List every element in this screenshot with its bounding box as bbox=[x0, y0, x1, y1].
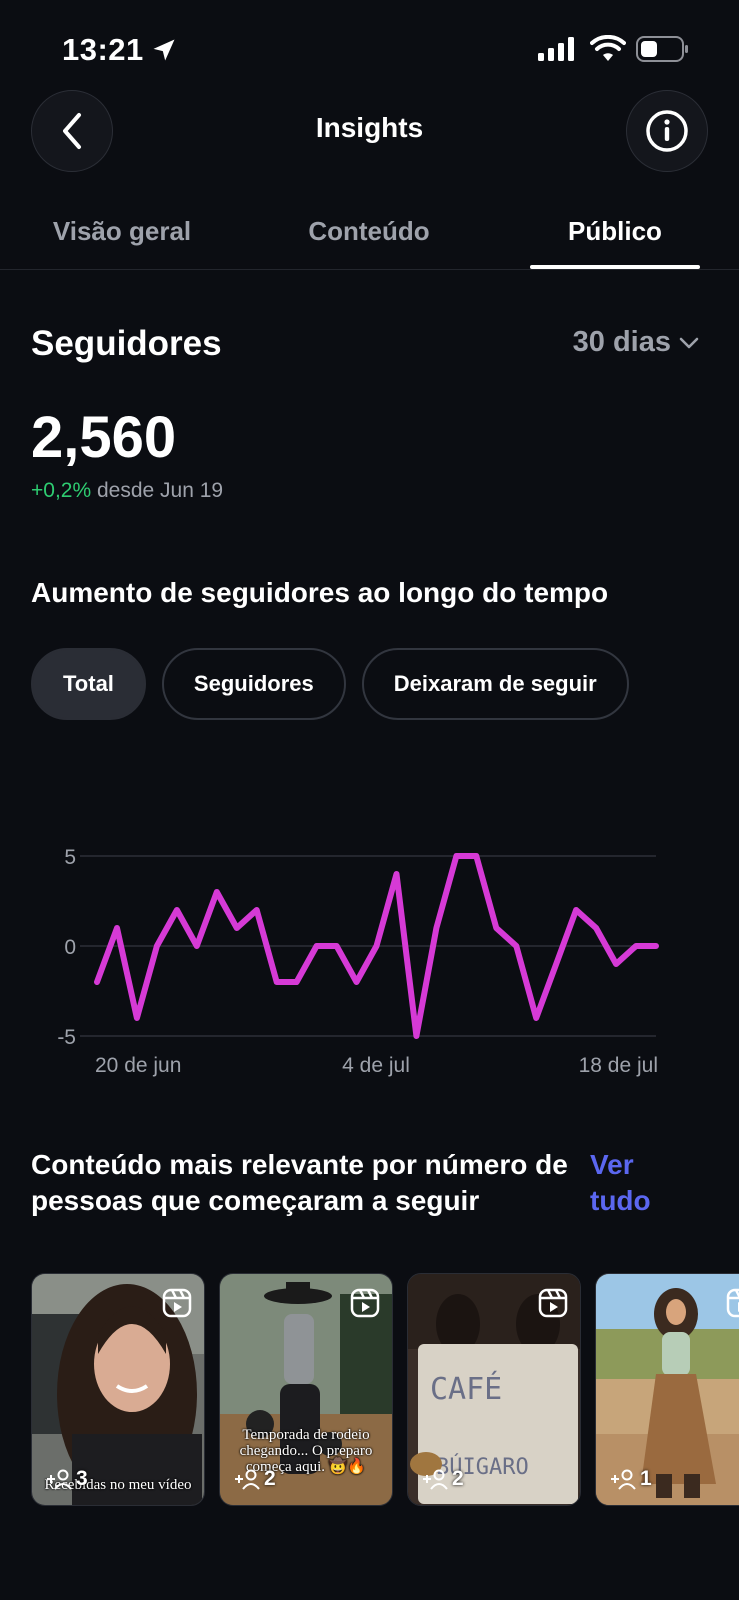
followers-growth-chart: 5 0 -5 20 de jun 4 de jul 18 de jul bbox=[57, 846, 659, 1077]
chevron-down-icon bbox=[679, 337, 699, 348]
see-all-link[interactable]: Ver tudo bbox=[590, 1147, 670, 1219]
followers-delta: +0,2% desde Jun 19 bbox=[31, 479, 223, 503]
y-tick-label: -5 bbox=[57, 1026, 76, 1049]
add-person-icon bbox=[235, 1469, 260, 1490]
growth-filters: Total Seguidores Deixaram de seguir bbox=[31, 648, 629, 720]
handwritten-text: CAFÉ bbox=[430, 1371, 502, 1407]
active-tab-indicator bbox=[530, 265, 700, 269]
status-time: 13:21 bbox=[62, 32, 144, 67]
y-tick-label: 0 bbox=[64, 936, 76, 959]
delta-percent: +0,2% bbox=[31, 479, 92, 502]
reel-icon bbox=[726, 1288, 739, 1318]
wifi-icon bbox=[590, 35, 626, 61]
new-followers-count: 2 bbox=[422, 1467, 464, 1491]
filter-followers-chip[interactable]: Seguidores bbox=[161, 648, 346, 720]
date-range-dropdown[interactable]: 30 dias bbox=[573, 326, 699, 359]
x-tick-label: 4 de jul bbox=[342, 1054, 410, 1077]
growth-heading: Aumento de seguidores ao longo do tempo bbox=[31, 577, 609, 608]
relevant-content-carousel: Recebidas no meu vídeo 3 Temporada de ro… bbox=[31, 1273, 739, 1508]
count-value: 2 bbox=[264, 1467, 276, 1490]
filter-total-chip[interactable]: Total bbox=[31, 648, 146, 720]
followers-total: 2,560 bbox=[31, 405, 177, 470]
x-tick-label: 20 de jun bbox=[95, 1054, 181, 1077]
battery-icon bbox=[636, 36, 688, 62]
content-thumbnail[interactable]: Recebidas no meu vídeo 3 bbox=[31, 1273, 205, 1506]
reel-icon bbox=[350, 1288, 380, 1318]
add-person-icon bbox=[611, 1469, 636, 1490]
new-followers-count: 1 bbox=[610, 1467, 652, 1491]
filter-unfollowed-chip[interactable]: Deixaram de seguir bbox=[361, 648, 629, 720]
new-followers-count: 3 bbox=[46, 1467, 88, 1491]
date-range-value: 30 dias bbox=[572, 326, 671, 358]
new-followers-count: 2 bbox=[234, 1467, 276, 1491]
relevant-content-heading: Conteúdo mais relevante por número de pe… bbox=[31, 1149, 568, 1216]
cellular-signal-icon bbox=[538, 37, 574, 61]
info-button[interactable] bbox=[626, 90, 708, 172]
status-bar: 13:21 bbox=[0, 0, 739, 90]
reel-icon bbox=[538, 1288, 568, 1318]
y-tick-label: 5 bbox=[64, 846, 76, 869]
tab-bar: Visão geral Conteúdo Público bbox=[0, 200, 739, 270]
content-thumbnail[interactable]: 1 bbox=[595, 1273, 739, 1506]
x-tick-label: 18 de jul bbox=[579, 1054, 658, 1077]
content-thumbnail[interactable]: CAFÉ BÚIGARO 2 bbox=[407, 1273, 581, 1506]
location-arrow-icon bbox=[153, 39, 175, 61]
followers-title: Seguidores bbox=[31, 324, 222, 363]
add-person-icon bbox=[47, 1469, 72, 1490]
info-icon bbox=[646, 110, 688, 152]
reel-icon bbox=[162, 1288, 192, 1318]
content-thumbnail[interactable]: Temporada de rodeio chegando... O prepar… bbox=[219, 1273, 393, 1506]
tab-content[interactable]: Conteúdo bbox=[269, 216, 469, 247]
count-value: 1 bbox=[640, 1467, 652, 1490]
count-value: 2 bbox=[452, 1467, 464, 1490]
count-value: 3 bbox=[76, 1467, 88, 1490]
delta-since: desde Jun 19 bbox=[96, 479, 224, 502]
tab-overview[interactable]: Visão geral bbox=[22, 216, 222, 247]
tab-audience[interactable]: Público bbox=[530, 216, 700, 247]
add-person-icon bbox=[423, 1469, 448, 1490]
